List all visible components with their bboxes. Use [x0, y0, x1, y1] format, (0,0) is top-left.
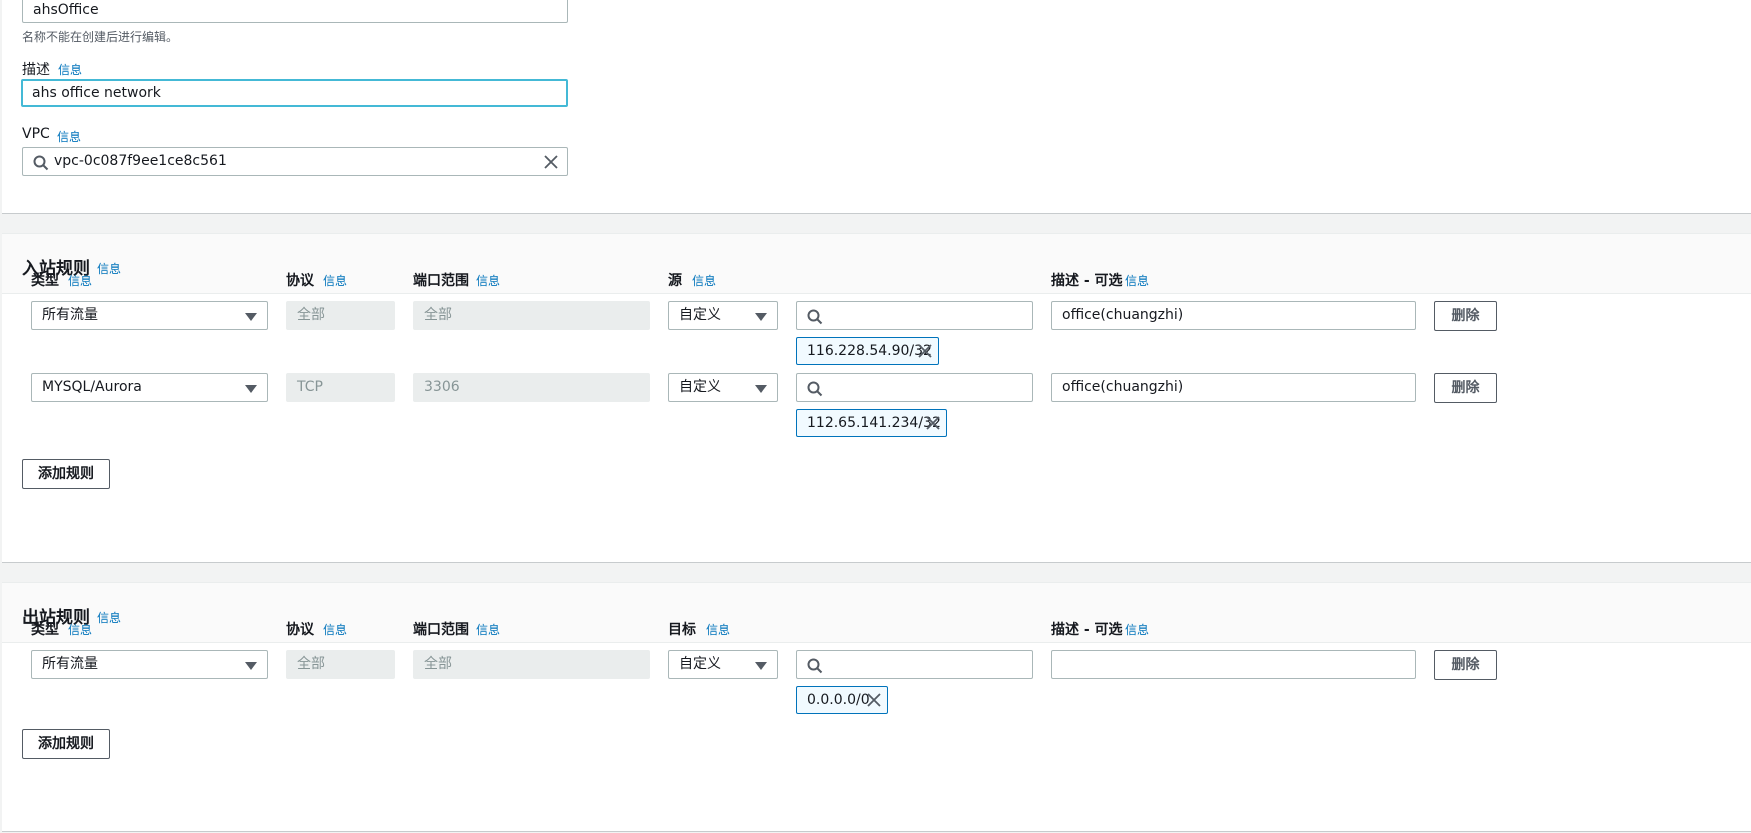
description-value: office(chuangzhi) [1062, 307, 1184, 323]
inbound-row-description-input[interactable]: office(chuangzhi) [1051, 373, 1416, 402]
col-target-info[interactable]: 信息 [706, 621, 730, 638]
outbound-add-rule-button[interactable]: 添加规则 [22, 729, 110, 759]
inbound-row-protocol: 全部 [286, 301, 395, 330]
description-value: office(chuangzhi) [1062, 379, 1184, 395]
type-value: 所有流量 [42, 307, 98, 323]
col-target: 目标 [668, 622, 696, 638]
inbound-row-delete-button[interactable]: 删除 [1434, 373, 1497, 403]
inbound-info-link[interactable]: 信息 [97, 260, 121, 277]
outbound-row-description-input[interactable] [1051, 650, 1416, 679]
caret-down-icon [245, 313, 257, 321]
protocol-value: TCP [297, 379, 323, 395]
inbound-row-source-mode-select[interactable]: 自定义 [668, 373, 778, 402]
inbound-row-port: 全部 [413, 301, 650, 330]
type-value: MYSQL/Aurora [42, 379, 142, 395]
vpc-info-link[interactable]: 信息 [57, 128, 81, 145]
outbound-row-target-search[interactable] [796, 650, 1033, 679]
inbound-rules-panel: 入站规则 信息 类型 信息 协议 信息 端口范围 信息 源 信息 描述 - 可选… [2, 233, 1751, 563]
inbound-row-port: 3306 [413, 373, 650, 402]
col-protocol-info[interactable]: 信息 [323, 621, 347, 638]
search-icon [807, 658, 823, 674]
col-desc: 描述 - 可选 [1051, 273, 1123, 289]
port-value: 全部 [424, 307, 452, 323]
col-type: 类型 [31, 622, 59, 638]
inbound-row-source-mode-select[interactable]: 自定义 [668, 301, 778, 330]
port-value: 3306 [424, 379, 460, 395]
col-type-info[interactable]: 信息 [68, 621, 92, 638]
col-desc: 描述 - 可选 [1051, 622, 1123, 638]
outbound-row-delete-button[interactable]: 删除 [1434, 650, 1497, 680]
token-label: 0.0.0.0/0 [807, 692, 870, 708]
col-protocol: 协议 [286, 622, 314, 638]
inbound-row-type-select[interactable]: 所有流量 [31, 301, 268, 330]
inbound-row-source-search[interactable] [796, 373, 1033, 402]
col-port-info[interactable]: 信息 [476, 272, 500, 289]
caret-down-icon [755, 313, 767, 321]
vpc-label: VPC [22, 126, 50, 142]
col-source: 源 [668, 273, 682, 289]
col-source-info[interactable]: 信息 [692, 272, 716, 289]
inbound-row-source-search[interactable] [796, 301, 1033, 330]
search-icon [807, 309, 823, 325]
protocol-value: 全部 [297, 656, 325, 672]
inbound-add-rule-button[interactable]: 添加规则 [22, 459, 110, 489]
col-desc-info[interactable]: 信息 [1125, 621, 1149, 638]
port-value: 全部 [424, 656, 452, 672]
inbound-row-protocol: TCP [286, 373, 395, 402]
search-icon [807, 381, 823, 397]
inbound-row-delete-button[interactable]: 删除 [1434, 301, 1497, 331]
outbound-rules-panel: 出站规则 信息 类型 信息 协议 信息 端口范围 信息 目标 信息 描述 - 可… [2, 582, 1751, 832]
outbound-row-type-select[interactable]: 所有流量 [31, 650, 268, 679]
description-input[interactable]: ahs office network [21, 79, 568, 107]
source-mode-value: 自定义 [679, 307, 721, 323]
outbound-row-port: 全部 [413, 650, 650, 679]
outbound-header: 出站规则 信息 [2, 583, 1751, 643]
type-value: 所有流量 [42, 656, 98, 672]
remove-token-icon[interactable] [867, 693, 881, 707]
col-port-info[interactable]: 信息 [476, 621, 500, 638]
inbound-header: 入站规则 信息 [2, 234, 1751, 294]
col-type: 类型 [31, 273, 59, 289]
description-label: 描述 [22, 62, 50, 78]
vpc-value: vpc-0c087f9ee1ce8c561 [54, 153, 227, 169]
col-desc-info[interactable]: 信息 [1125, 272, 1149, 289]
target-token: 0.0.0.0/0 [796, 686, 888, 714]
description-value: ahs office network [32, 85, 161, 101]
source-token: 112.65.141.234/32 [796, 409, 947, 437]
vpc-select[interactable]: vpc-0c087f9ee1ce8c561 [22, 147, 568, 176]
basic-details-panel: ahsOffice 名称不能在创建后进行编辑。 描述 信息 ahs office… [2, 0, 1751, 214]
outbound-info-link[interactable]: 信息 [97, 609, 121, 626]
outbound-row-protocol: 全部 [286, 650, 395, 679]
col-port: 端口范围 [413, 273, 469, 289]
inbound-row-type-select[interactable]: MYSQL/Aurora [31, 373, 268, 402]
caret-down-icon [755, 662, 767, 670]
col-protocol: 协议 [286, 273, 314, 289]
token-label: 116.228.54.90/32 [807, 343, 932, 359]
name-hint: 名称不能在创建后进行编辑。 [22, 30, 179, 44]
name-field[interactable]: ahsOffice [22, 0, 568, 23]
caret-down-icon [245, 385, 257, 393]
col-protocol-info[interactable]: 信息 [323, 272, 347, 289]
name-value: ahsOffice [33, 2, 99, 18]
token-label: 112.65.141.234/32 [807, 415, 941, 431]
remove-token-icon[interactable] [926, 416, 940, 430]
inbound-row-description-input[interactable]: office(chuangzhi) [1051, 301, 1416, 330]
search-icon [33, 155, 49, 171]
caret-down-icon [755, 385, 767, 393]
outbound-row-target-mode-select[interactable]: 自定义 [668, 650, 778, 679]
col-port: 端口范围 [413, 622, 469, 638]
target-mode-value: 自定义 [679, 656, 721, 672]
col-type-info[interactable]: 信息 [68, 272, 92, 289]
caret-down-icon [245, 662, 257, 670]
remove-token-icon[interactable] [918, 344, 932, 358]
source-mode-value: 自定义 [679, 379, 721, 395]
protocol-value: 全部 [297, 307, 325, 323]
clear-icon[interactable] [544, 155, 558, 169]
description-info-link[interactable]: 信息 [58, 61, 82, 78]
source-token: 116.228.54.90/32 [796, 337, 939, 365]
